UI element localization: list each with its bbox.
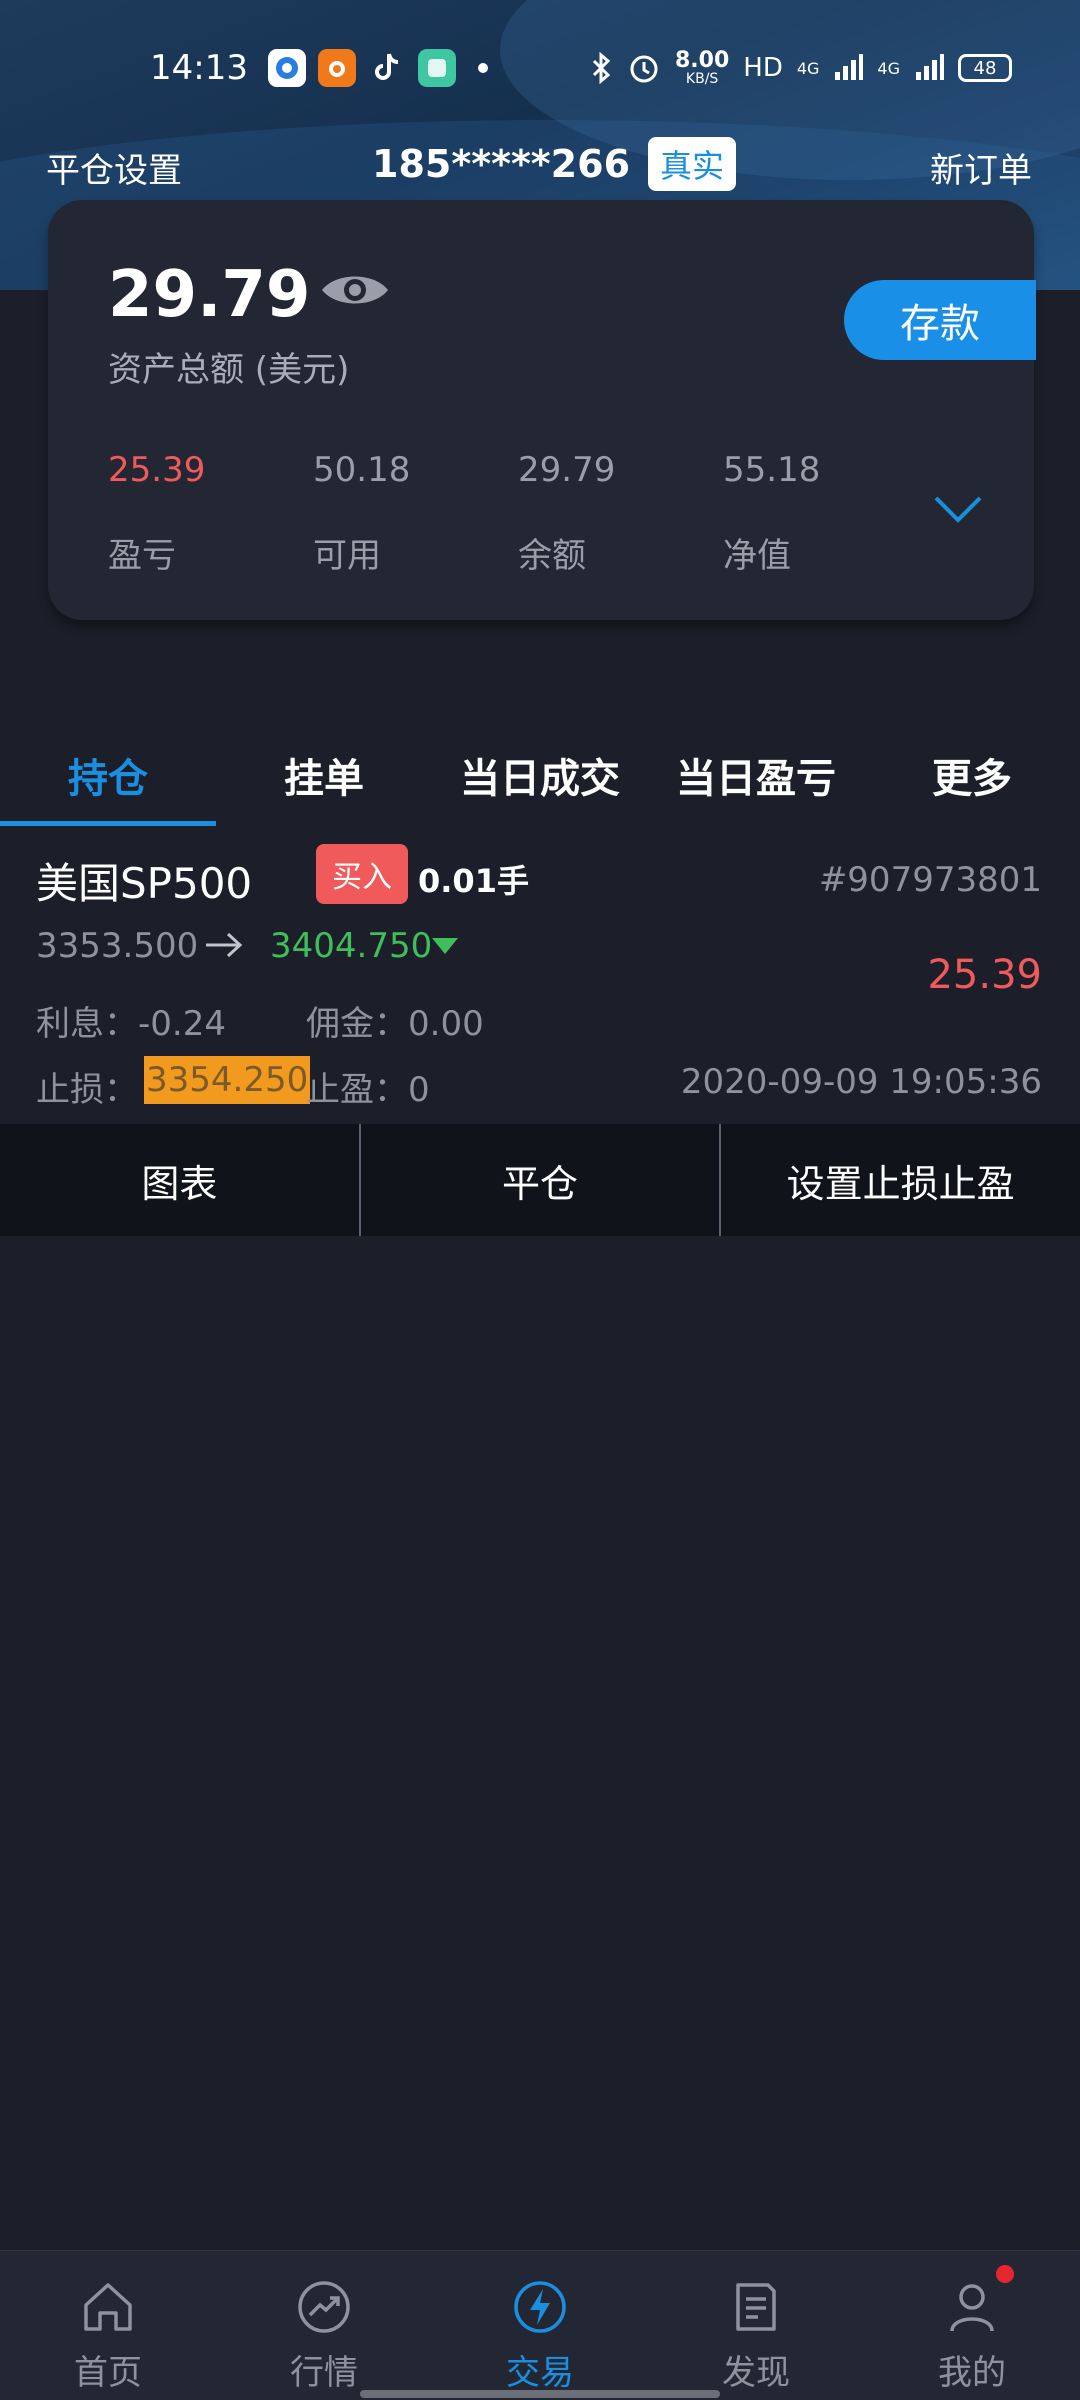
account-number: 185*****266 [372,142,631,186]
arrow-right-icon [206,932,243,958]
total-assets-value: 29.79 [108,258,311,332]
signal-4g-2: 4G [877,58,900,78]
total-assets-label: 资产总额 (美元) [108,350,350,390]
notification-icons [268,49,488,87]
take-profit: 止盈：0 [306,1070,430,1110]
current-price: 3404.750 [270,926,433,966]
asset-card: 29.79 资产总额 (美元) 存款 25.39 盈亏 50.18 可用 29.… [48,200,1036,620]
network-speed: 8.00 KB/S [674,48,730,87]
system-icons: 8.00 KB/S HD 4G 4G 48 [591,50,1012,86]
stat-label: 余额 [518,536,586,576]
deposit-button[interactable]: 存款 [844,280,1036,360]
nav-profile[interactable]: 我的 [864,2251,1080,2400]
home-indicator[interactable] [360,2390,720,2398]
position-item[interactable]: 美国SP500 买入 0.01手 #907973801 3353.500 340… [0,826,1080,1126]
stop-loss-label: 止损： [36,1070,138,1110]
nav-label: 交易 [506,2353,574,2393]
signal-icon [835,54,864,80]
set-sl-tp-button[interactable]: 设置止损止盈 [719,1124,1080,1236]
top-navigation: 平仓设置 185*****266 真实 新订单 [0,135,1080,195]
position-lots: 0.01手 [418,862,529,900]
status-time: 14:13 [150,48,248,88]
stat-label: 可用 [313,536,381,576]
chevron-down-icon[interactable] [932,490,984,526]
alarm-icon [630,55,658,83]
position-symbol: 美国SP500 [36,859,253,908]
home-icon [84,2283,132,2331]
nav-market[interactable]: 行情 [216,2251,432,2400]
nav-label: 首页 [74,2353,142,2393]
trade-tabs: 持仓 挂单 当日成交 当日盈亏 更多 [0,740,1080,826]
stat-value: 25.39 [108,450,206,490]
stat-equity: 55.18 净值 [723,450,928,577]
tab-positions[interactable]: 持仓 [0,740,216,826]
stat-label: 净值 [723,536,791,576]
trade-icon [514,2281,566,2333]
buy-badge: 买入 [316,844,408,904]
gallery-app-icon [418,49,456,87]
open-time: 2020-09-09 19:05:36 [680,1062,1042,1102]
stat-value: 50.18 [313,450,411,490]
close-settings-button[interactable]: 平仓设置 [46,143,182,192]
uc-browser-app-icon [318,49,356,87]
nav-label: 我的 [938,2353,1006,2393]
position-actions: 图表 平仓 设置止损止盈 [0,1124,1080,1236]
nav-label: 发现 [722,2353,790,2393]
price-down-icon [432,938,458,954]
account-stats: 25.39 盈亏 50.18 可用 29.79 余额 55.18 净值 [108,450,928,577]
tab-today-deals[interactable]: 当日成交 [432,740,648,826]
position-commission: 佣金：0.00 [306,1004,484,1044]
stat-value: 55.18 [723,450,821,490]
stat-available: 50.18 可用 [313,450,518,577]
tab-pending-orders[interactable]: 挂单 [216,740,432,826]
eye-icon[interactable] [320,268,390,312]
discover-icon [736,2283,776,2331]
account-type-badge: 真实 [648,137,737,191]
nav-label: 行情 [290,2353,358,2393]
hd-label: HD [743,53,783,83]
stat-value: 29.79 [518,450,616,490]
stat-profit-loss: 25.39 盈亏 [108,450,313,577]
tab-today-pnl[interactable]: 当日盈亏 [648,740,864,826]
open-price: 3353.500 [36,926,199,966]
signal-icon-2 [916,54,944,80]
more-notifications-dot [478,63,488,73]
new-order-button[interactable]: 新订单 [930,143,1032,192]
notification-badge [996,2265,1014,2283]
order-number: #907973801 [818,860,1042,900]
tiktok-app-icon [368,49,406,87]
bottom-navigation: 首页 行情 交易 发现 我的 [0,2250,1080,2400]
chart-button[interactable]: 图表 [0,1124,359,1236]
stat-balance: 29.79 余额 [518,450,723,577]
browser-app-icon [268,49,306,87]
status-bar: 14:13 8.00 KB/S HD 4G 4G 48 [0,40,1080,96]
market-icon [298,2281,350,2333]
bluetooth-icon [592,52,611,84]
tab-more[interactable]: 更多 [864,740,1080,826]
stat-label: 盈亏 [108,536,176,576]
close-position-button[interactable]: 平仓 [358,1124,720,1236]
position-interest: 利息：-0.24 [36,1004,226,1044]
nav-trade[interactable]: 交易 [432,2251,648,2400]
battery-icon: 48 [958,54,1012,82]
account-info[interactable]: 185*****266 真实 [372,137,737,191]
profile-icon [950,2284,994,2332]
nav-home[interactable]: 首页 [0,2251,216,2400]
stop-loss-value: 3354.250 [144,1056,311,1104]
signal-4g-1: 4G [796,58,820,78]
position-pnl: 25.39 [927,952,1042,998]
nav-discover[interactable]: 发现 [648,2251,864,2400]
